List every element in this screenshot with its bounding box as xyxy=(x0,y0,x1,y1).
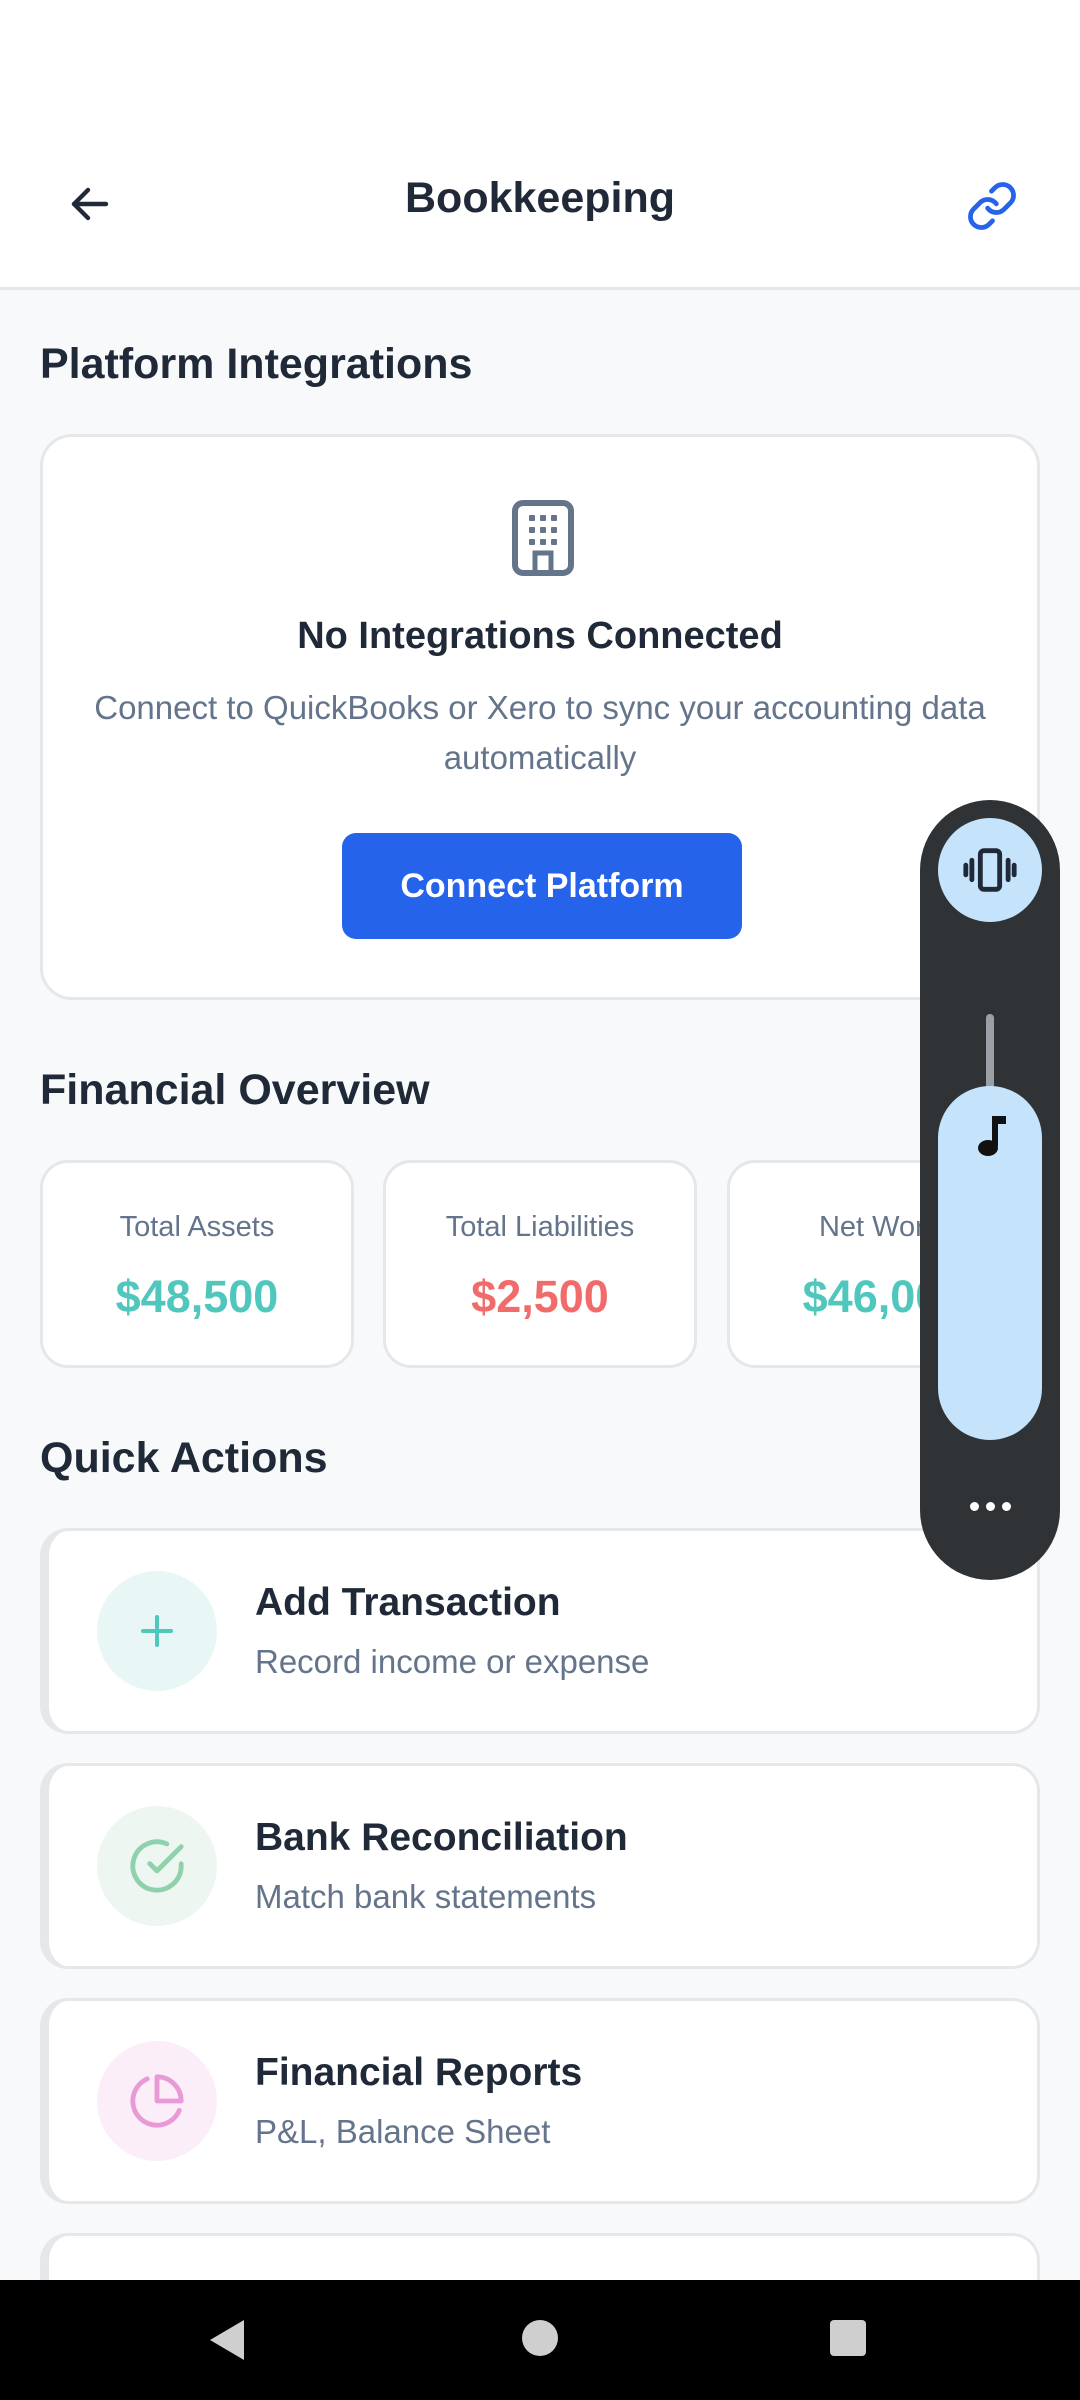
building-icon xyxy=(512,500,574,576)
ringer-mode-button[interactable] xyxy=(938,818,1042,922)
nav-home-icon[interactable] xyxy=(522,2320,558,2356)
integrations-section-title: Platform Integrations xyxy=(40,340,473,388)
empty-state-title: No Integrations Connected xyxy=(297,615,783,657)
action-subtitle: P&L, Balance Sheet xyxy=(255,2113,551,2150)
action-title: Financial Reports xyxy=(255,2051,583,2094)
stat-card-total-liabilities: Total Liabilities $2,500 xyxy=(383,1160,697,1368)
nav-recents-icon[interactable] xyxy=(830,2320,866,2356)
stat-card-total-assets: Total Assets $48,500 xyxy=(40,1160,354,1368)
volume-slider-track[interactable] xyxy=(986,1014,994,1094)
stat-value: $2,500 xyxy=(471,1271,609,1322)
action-add-transaction[interactable]: Add Transaction Record income or expense xyxy=(40,1528,1040,1734)
system-nav-bar xyxy=(0,2280,1080,2400)
volume-slider-fill[interactable] xyxy=(938,1086,1042,1440)
volume-panel xyxy=(920,800,1060,1580)
connect-platform-button[interactable]: Connect Platform xyxy=(342,833,742,939)
nav-back-icon[interactable] xyxy=(206,2316,246,2364)
stat-label: Total Liabilities xyxy=(445,1211,635,1243)
music-note-icon xyxy=(978,1116,1006,1156)
stat-value: $48,500 xyxy=(115,1271,279,1322)
action-subtitle: Record income or expense xyxy=(255,1643,650,1680)
empty-state-description: Connect to QuickBooks or Xero to sync yo… xyxy=(94,689,986,776)
action-title: Add Transaction xyxy=(255,1581,561,1624)
link-icon xyxy=(968,182,1016,230)
check-circle-icon xyxy=(97,1806,217,1926)
app-header: Bookkeeping xyxy=(0,130,1080,290)
quick-actions-section-title: Quick Actions xyxy=(40,1434,328,1482)
stat-label: Total Assets xyxy=(119,1211,275,1243)
vibrate-icon xyxy=(963,848,1017,892)
action-title: Bank Reconciliation xyxy=(255,1816,628,1859)
plus-icon xyxy=(97,1571,217,1691)
page-title: Bookkeeping xyxy=(405,174,675,222)
status-bar xyxy=(0,0,1080,130)
action-subtitle: Match bank statements xyxy=(255,1878,597,1915)
pie-chart-icon xyxy=(97,2041,217,2161)
link-button[interactable] xyxy=(952,166,1032,246)
more-horizontal-icon[interactable] xyxy=(950,1486,1030,1526)
action-bank-reconciliation[interactable]: Bank Reconciliation Match bank statement… xyxy=(40,1763,1040,1969)
integrations-empty-card: No Integrations Connected Connect to Qui… xyxy=(40,434,1040,1000)
overview-section-title: Financial Overview xyxy=(40,1066,430,1114)
action-financial-reports[interactable]: Financial Reports P&L, Balance Sheet xyxy=(40,1998,1040,2204)
